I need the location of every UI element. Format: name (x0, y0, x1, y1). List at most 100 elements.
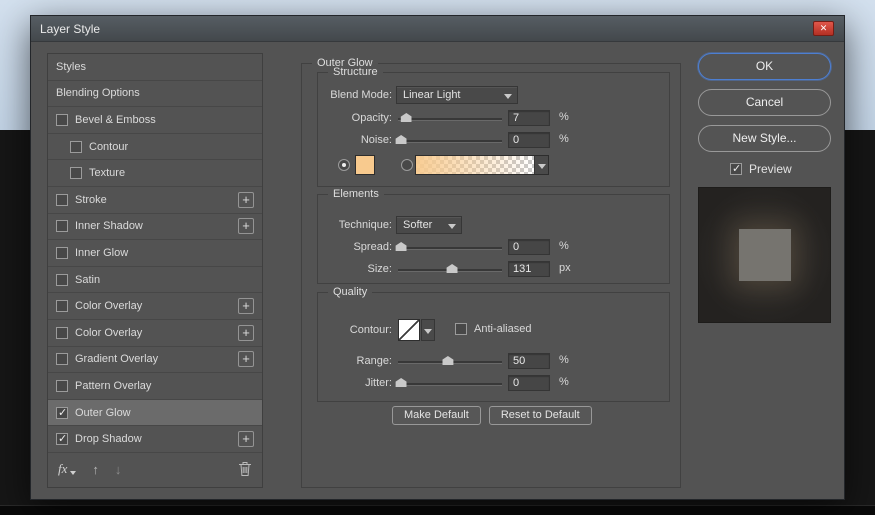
sidebar-item-color-overlay-1[interactable]: Color Overlay (48, 293, 262, 320)
sidebar-item-outer-glow[interactable]: Outer Glow (48, 400, 262, 427)
checkbox[interactable] (56, 407, 68, 419)
add-effect-button[interactable] (238, 325, 254, 341)
slider-thumb[interactable] (396, 135, 407, 144)
sidebar-item-gradient-overlay[interactable]: Gradient Overlay (48, 347, 262, 374)
solid-color-radio[interactable] (338, 159, 350, 171)
sidebar-item-label: Inner Glow (75, 247, 128, 259)
contour-label: Contour: (318, 324, 392, 336)
effect-preview-thumbnail (698, 187, 831, 323)
preview-checkbox[interactable] (730, 163, 742, 175)
dialog-title: Layer Style (40, 22, 100, 36)
checkbox[interactable] (56, 433, 68, 445)
size-input[interactable]: 131 (508, 261, 550, 277)
spread-input[interactable]: 0 (508, 239, 550, 255)
add-effect-button[interactable] (238, 431, 254, 447)
gradient-chevron-icon[interactable] (534, 156, 548, 174)
outer-glow-panel: Outer Glow Structure Blend Mode: Linear … (301, 63, 681, 488)
sidebar-item-label: Gradient Overlay (75, 353, 158, 365)
opacity-row: Opacity: 7 % (318, 108, 663, 128)
desktop-background: Layer Style Styles Blending Options Beve… (0, 0, 875, 515)
slider-thumb[interactable] (396, 242, 407, 251)
slider-thumb[interactable] (447, 264, 458, 273)
sidebar-item-inner-shadow[interactable]: Inner Shadow (48, 214, 262, 241)
range-slider[interactable] (398, 355, 502, 367)
style-list: Styles Blending Options Bevel & Emboss C… (47, 53, 263, 488)
blend-mode-select[interactable]: Linear Light (396, 86, 518, 104)
preview-label: Preview (749, 162, 792, 176)
jitter-input[interactable]: 0 (508, 375, 550, 391)
contour-picker[interactable] (398, 319, 420, 341)
spread-slider[interactable] (398, 241, 502, 253)
move-down-icon[interactable]: ↓ (115, 462, 122, 477)
range-unit: % (559, 354, 569, 366)
make-default-button[interactable]: Make Default (392, 406, 481, 425)
checkbox[interactable] (70, 167, 82, 179)
cancel-button[interactable]: Cancel (698, 89, 831, 116)
add-effect-button[interactable] (238, 298, 254, 314)
slider-thumb[interactable] (401, 113, 412, 122)
sidebar-item-drop-shadow[interactable]: Drop Shadow (48, 426, 262, 453)
checkbox[interactable] (56, 300, 68, 312)
close-icon[interactable] (813, 21, 834, 36)
delete-effect-icon[interactable] (238, 461, 252, 477)
gradient-radio[interactable] (401, 159, 413, 171)
contour-chevron-icon[interactable] (421, 319, 435, 341)
glow-color-row (318, 155, 663, 177)
range-input[interactable]: 50 (508, 353, 550, 369)
jitter-unit: % (559, 376, 569, 388)
fx-caret-icon (70, 471, 76, 475)
sidebar-item-satin[interactable]: Satin (48, 267, 262, 294)
checkbox[interactable] (56, 353, 68, 365)
checkbox[interactable] (56, 220, 68, 232)
sidebar-item-label: Satin (75, 274, 100, 286)
sidebar-item-label: Drop Shadow (75, 433, 142, 445)
sidebar-item-bevel-emboss[interactable]: Bevel & Emboss (48, 107, 262, 134)
checkbox[interactable] (70, 141, 82, 153)
sidebar-item-pattern-overlay[interactable]: Pattern Overlay (48, 373, 262, 400)
checkbox[interactable] (56, 194, 68, 206)
trash-icon (238, 461, 252, 477)
sidebar-item-blending-options[interactable]: Blending Options (48, 81, 262, 108)
noise-input[interactable]: 0 (508, 132, 550, 148)
checkbox[interactable] (56, 327, 68, 339)
add-effect-button[interactable] (238, 351, 254, 367)
sidebar-item-label: Bevel & Emboss (75, 114, 156, 126)
sidebar-item-color-overlay-2[interactable]: Color Overlay (48, 320, 262, 347)
ok-button[interactable]: OK (698, 53, 831, 80)
opacity-label: Opacity: (318, 112, 392, 124)
quality-group: Quality Contour: Anti-aliased Range: 50 (317, 292, 670, 402)
dialog-titlebar[interactable]: Layer Style (31, 16, 844, 42)
sidebar-item-inner-glow[interactable]: Inner Glow (48, 240, 262, 267)
chevron-down-icon (504, 94, 512, 99)
fx-icon[interactable]: fx (58, 461, 67, 477)
slider-thumb[interactable] (442, 356, 453, 365)
sidebar-item-contour[interactable]: Contour (48, 134, 262, 161)
checkbox[interactable] (56, 274, 68, 286)
checkbox[interactable] (56, 114, 68, 126)
reset-to-default-button[interactable]: Reset to Default (489, 406, 592, 425)
sidebar-item-styles[interactable]: Styles (48, 54, 262, 81)
noise-slider[interactable] (398, 134, 502, 146)
sidebar-item-texture[interactable]: Texture (48, 160, 262, 187)
size-slider[interactable] (398, 263, 502, 275)
technique-select[interactable]: Softer (396, 216, 462, 234)
new-style-button[interactable]: New Style... (698, 125, 831, 152)
move-up-icon[interactable]: ↑ (92, 462, 99, 477)
opacity-input[interactable]: 7 (508, 110, 550, 126)
jitter-slider[interactable] (398, 377, 502, 389)
glow-gradient-picker[interactable] (415, 155, 549, 175)
checkbox[interactable] (56, 380, 68, 392)
sidebar-item-stroke[interactable]: Stroke (48, 187, 262, 214)
add-effect-button[interactable] (238, 218, 254, 234)
technique-row: Technique: Softer (318, 215, 663, 235)
slider-track (398, 383, 502, 385)
size-unit: px (559, 262, 571, 274)
anti-aliased-checkbox[interactable] (455, 323, 467, 335)
opacity-slider[interactable] (398, 112, 502, 124)
preview-toggle-row: Preview (730, 162, 792, 176)
add-effect-button[interactable] (238, 192, 254, 208)
size-row: Size: 131 px (318, 259, 663, 279)
checkbox[interactable] (56, 247, 68, 259)
glow-color-swatch[interactable] (355, 155, 375, 175)
slider-thumb[interactable] (396, 378, 407, 387)
